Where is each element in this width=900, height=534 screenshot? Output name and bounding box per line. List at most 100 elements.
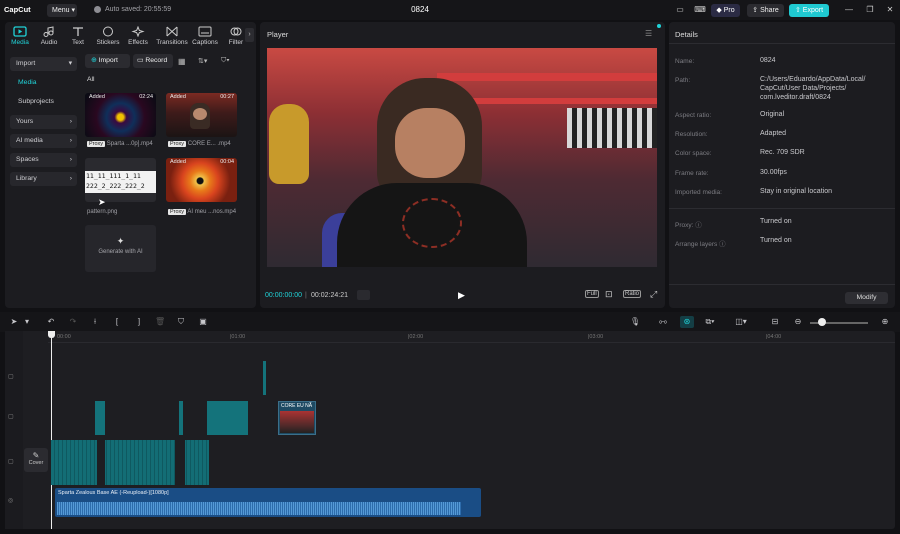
detail-value: Adapted — [760, 130, 787, 137]
audio-clip-title: Sparta Zealous Base AE (-Reupload-)[1080… — [58, 490, 169, 496]
tab-audio[interactable]: Audio — [34, 26, 64, 46]
timeline-area[interactable]: ▢ ▢ ▢ ◎ ✎ Cover 00:00 |01:00 |02:00 |03:0… — [5, 331, 895, 529]
effects-icon — [131, 26, 145, 37]
sidebar-item-yours[interactable]: Yours › — [10, 115, 77, 129]
filter-funnel-icon[interactable]: ⛉▾ — [221, 57, 230, 65]
marker-icon[interactable]: ⛉ — [176, 317, 186, 327]
video-preview[interactable] — [267, 48, 657, 267]
detail-value: Stay in original location — [760, 188, 832, 195]
media-thumb-core[interactable]: Added 00:27 — [166, 93, 237, 137]
tab-captions[interactable]: Captions — [190, 26, 220, 46]
trim-right-icon[interactable]: ] — [134, 317, 144, 327]
sidebar-item-library[interactable]: Library › — [10, 172, 77, 186]
tab-transitions[interactable]: Transitions — [155, 26, 189, 46]
filter-icon — [230, 27, 242, 36]
duration-badge: 00:04 — [220, 159, 234, 165]
play-icon[interactable]: ▶ — [458, 290, 465, 301]
audio-clip[interactable]: Sparta Zealous Base AE (-Reupload-)[1080… — [55, 488, 481, 517]
menu-button[interactable]: Menu ▾ — [47, 4, 77, 17]
details-panel: Details Name: 0824 Path: C:/Users/Eduard… — [669, 22, 895, 308]
detail-key: Color space: — [675, 150, 712, 157]
player-menu-icon[interactable]: ☰ — [645, 29, 652, 38]
video-clip[interactable] — [179, 401, 183, 435]
undo-icon[interactable]: ↶ — [46, 317, 56, 327]
zoom-slider-handle[interactable] — [818, 318, 826, 326]
share-button[interactable]: ⇪ Share — [747, 4, 784, 17]
ratio-button[interactable]: Ratio — [623, 290, 642, 298]
full-quality-button[interactable]: Full — [585, 290, 599, 298]
current-time: 00:00:00:00 — [265, 292, 302, 299]
redo-icon[interactable]: ↷ — [68, 317, 78, 327]
tab-stickers[interactable]: Stickers — [93, 26, 123, 46]
video-clip[interactable] — [95, 401, 105, 435]
select-cursor-icon[interactable]: ➤ — [9, 317, 19, 327]
ruler-label: |03:00 — [588, 334, 604, 340]
player-panel: Player ☰ 00:00:00:00 | 00:02:24:21 ▶ Ful… — [260, 22, 665, 308]
delete-icon[interactable]: 🗑 — [155, 317, 165, 327]
chevron-right-icon[interactable]: › — [245, 28, 254, 42]
caption-icon[interactable]: ⊟ — [770, 317, 780, 327]
trim-left-icon[interactable]: [ — [112, 317, 122, 327]
maximize-icon[interactable]: ❐ — [864, 4, 876, 16]
media-thumb-ai[interactable]: Added 00:04 — [166, 158, 237, 202]
detail-value: 30.00fps — [760, 169, 787, 176]
shortcut-icon[interactable]: ⌨ — [694, 4, 706, 16]
grid-view-icon[interactable]: ▦ — [178, 57, 186, 66]
zoom-out-icon[interactable]: ⊖ — [793, 317, 803, 327]
chevron-down-icon[interactable]: ▾ — [22, 317, 32, 327]
tab-media[interactable]: Media — [5, 26, 35, 46]
playhead-handle[interactable] — [48, 331, 55, 338]
audio-track-icon[interactable]: ◎ — [8, 497, 13, 504]
zoom-in-icon[interactable]: ⊕ — [880, 317, 890, 327]
details-title: Details — [675, 30, 698, 39]
track-toggle-icon[interactable]: ▢ — [8, 413, 14, 420]
tab-text[interactable]: Text — [63, 26, 93, 46]
sidebar-item-import[interactable]: Import ▾ — [10, 57, 77, 71]
magnet-icon[interactable]: ⊛ — [680, 316, 694, 328]
sidebar-item-subprojects[interactable]: Subprojects — [10, 95, 77, 109]
close-icon[interactable]: ✕ — [884, 4, 896, 16]
layout-icon[interactable]: ▭ — [672, 4, 688, 16]
record-button[interactable]: ▭ Record — [133, 54, 173, 68]
media-thumb-sparta[interactable]: Added 02:24 — [85, 93, 156, 137]
track-toggle-icon[interactable]: ▢ — [8, 458, 14, 465]
detail-key: Frame rate: — [675, 170, 709, 177]
video-clip-core[interactable]: CORE EU NÃ — [278, 401, 316, 435]
pro-button[interactable]: ◆ Pro — [711, 4, 740, 17]
cover-button[interactable]: ✎ Cover — [24, 448, 48, 472]
add-media-icon[interactable]: ▣ — [198, 317, 208, 327]
minimize-icon[interactable]: — — [843, 4, 855, 16]
video-clip[interactable] — [207, 401, 248, 435]
link-icon[interactable]: ⧟ — [658, 317, 668, 327]
generate-with-ai-button[interactable]: ✦ Generate with AI — [85, 225, 156, 272]
linkage-icon[interactable]: ⧉▾ — [702, 317, 718, 327]
added-badge: Added — [170, 159, 186, 165]
microphone-icon[interactable]: 🎙 — [630, 317, 640, 327]
tab-effects[interactable]: Effects — [123, 26, 153, 46]
export-button[interactable]: ⇧ Export — [789, 4, 829, 17]
detail-key: Name: — [675, 58, 695, 65]
zoom-frame-icon[interactable]: ⊡ — [605, 289, 613, 300]
media-name: Proxy Sparta ...0p].mp4 — [87, 141, 153, 147]
sidebar-item-spaces[interactable]: Spaces › — [10, 153, 77, 167]
playhead[interactable] — [51, 331, 52, 529]
audio-waveform — [57, 502, 461, 515]
time-separator: | — [305, 292, 307, 299]
total-time: 00:02:24:21 — [311, 292, 348, 299]
fullscreen-icon[interactable]: ⤢ — [650, 289, 657, 300]
app-logo: CapCut — [4, 5, 31, 14]
import-button[interactable]: ⊕ Import — [85, 54, 130, 68]
sidebar-item-ai-media[interactable]: AI media › — [10, 134, 77, 148]
timecode-toggle[interactable] — [357, 290, 370, 300]
video-clip[interactable] — [263, 361, 266, 395]
split-icon[interactable]: ⟊ — [90, 317, 100, 327]
track-toggle-icon[interactable]: ▢ — [8, 373, 14, 380]
preview-axis-icon[interactable]: ◫▾ — [733, 317, 749, 327]
audio-icon — [43, 26, 54, 37]
media-thumb-pattern[interactable]: 11_11_111_1_11 222_2_222_222_2 — [85, 158, 156, 202]
sort-icon[interactable]: ⇅▾ — [198, 57, 207, 65]
modify-button[interactable]: Modify — [845, 292, 888, 304]
filter-all[interactable]: All — [87, 76, 95, 83]
project-title: 0824 — [411, 5, 429, 14]
sidebar-item-media[interactable]: Media — [10, 76, 77, 90]
